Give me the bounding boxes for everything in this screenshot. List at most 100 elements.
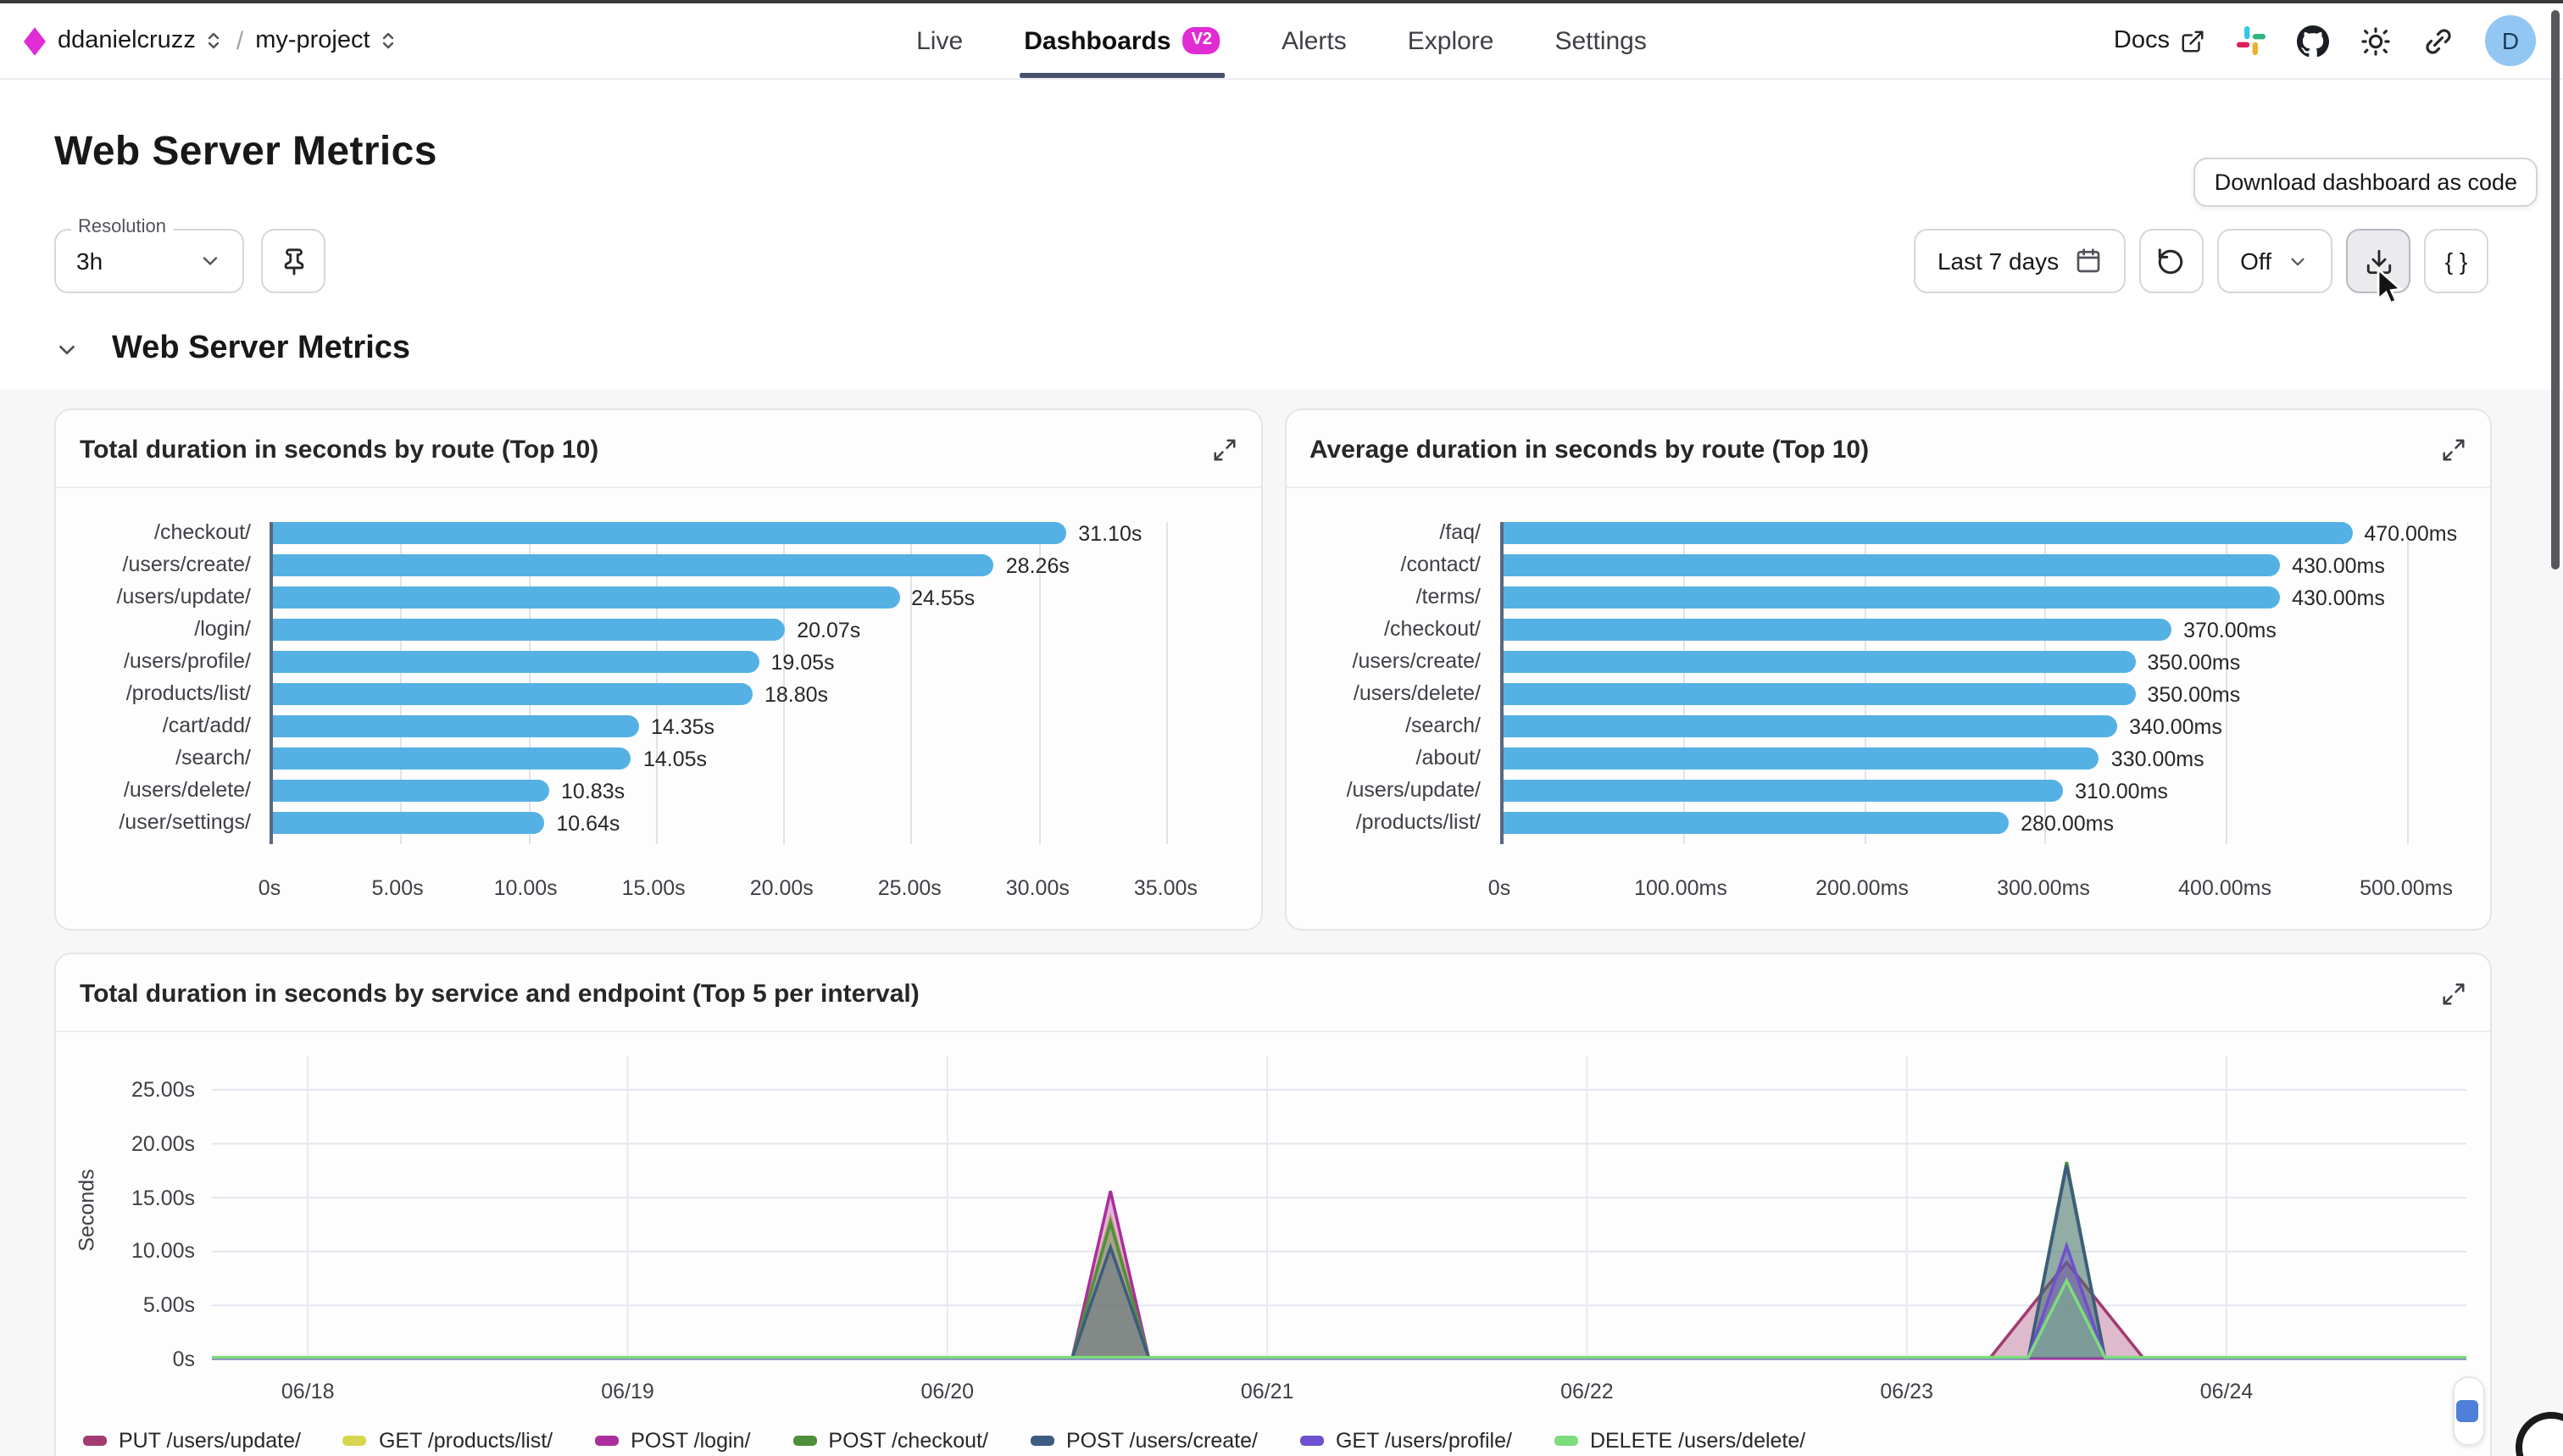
- bar-category-label: /login/: [76, 619, 251, 641]
- time-range-button[interactable]: Last 7 days: [1914, 229, 2125, 293]
- bar-value-label: 310.00ms: [2075, 779, 2168, 803]
- x-tick-label: 20.00s: [750, 876, 814, 900]
- legend-item[interactable]: PUT /users/update/: [83, 1429, 301, 1453]
- project-name: my-project: [255, 27, 370, 54]
- bar-category-label: /users/create/: [1306, 651, 1481, 673]
- section-header: Web Server Metrics: [0, 331, 2563, 390]
- x-tick-label: 25.00s: [878, 876, 942, 900]
- bar-category-label: /checkout/: [1306, 619, 1481, 641]
- bar-row: 430.00ms: [1503, 554, 2470, 576]
- legend-color-chip: [1300, 1437, 1324, 1446]
- panel-average-duration-by-route: Average duration in seconds by route (To…: [1284, 408, 2492, 931]
- x-tick-label: 06/21: [1241, 1380, 1294, 1403]
- bar-value-label: 430.00ms: [2292, 553, 2385, 577]
- x-tick-label: 0s: [259, 876, 281, 900]
- x-axis: 06/1806/1906/2006/2106/2206/2306/24: [212, 1378, 2466, 1412]
- expand-panel-icon[interactable]: [2441, 437, 2466, 463]
- panel-duration-by-service-endpoint: Total duration in seconds by service and…: [54, 953, 2492, 1456]
- x-tick-label: 06/20: [921, 1380, 975, 1403]
- bar-row: 24.55s: [273, 586, 1240, 609]
- legend-item[interactable]: GET /products/list/: [343, 1429, 553, 1453]
- org-name: ddanielcruzz: [58, 27, 196, 54]
- tab-live[interactable]: Live: [916, 3, 963, 78]
- share-link-icon[interactable]: [2422, 25, 2455, 57]
- bar-category-label: /search/: [1306, 715, 1481, 737]
- resolution-value: 3h: [76, 247, 103, 275]
- bar-row: 280.00ms: [1503, 812, 2470, 834]
- org-selector[interactable]: ddanielcruzz: [58, 27, 225, 54]
- resolution-select[interactable]: Resolution 3h: [54, 229, 244, 293]
- bar-value-label: 330.00ms: [2111, 747, 2204, 770]
- tab-alerts[interactable]: Alerts: [1282, 3, 1347, 78]
- user-avatar[interactable]: D: [2485, 15, 2536, 66]
- legend-item[interactable]: POST /users/create/: [1031, 1429, 1258, 1453]
- panel-title: Average duration in seconds by route (To…: [1309, 436, 1869, 464]
- pin-dashboard-button[interactable]: [261, 229, 325, 293]
- bar-row: 28.26s: [273, 554, 1240, 576]
- external-link-icon: [2180, 28, 2205, 53]
- legend-color-chip: [83, 1437, 107, 1446]
- legend-item[interactable]: GET /users/profile/: [1300, 1429, 1512, 1453]
- page-title: Web Server Metrics: [54, 129, 2563, 176]
- nav-right-actions: Docs D: [2114, 15, 2536, 66]
- floating-blue-handle[interactable]: [2456, 1400, 2478, 1422]
- bar-chart-total-duration: /checkout/ /users/create/ /users/update/ /l…: [56, 488, 1260, 929]
- series-line: [212, 1165, 2466, 1359]
- mouse-cursor: [2370, 268, 2407, 308]
- x-tick-label: 35.00s: [1134, 876, 1198, 900]
- bar-category-label: /search/: [76, 747, 251, 770]
- github-icon[interactable]: [2297, 25, 2329, 57]
- bar-chart: /checkout/ /users/create/ /users/update/ /l…: [76, 522, 1240, 844]
- bar-category-label: /users/delete/: [1306, 683, 1481, 705]
- dashboard-toolbar: Resolution 3h Last 7 days: [0, 229, 2563, 293]
- chevron-down-icon: [198, 249, 222, 273]
- docs-link[interactable]: Docs: [2114, 27, 2205, 54]
- legend-color-chip: [343, 1437, 367, 1446]
- bar-category-label: /checkout/: [76, 522, 251, 544]
- x-axis: 0s100.00ms200.00ms300.00ms400.00ms500.00…: [1499, 864, 2470, 909]
- x-tick-label: 400.00ms: [2178, 876, 2271, 900]
- bar-value-label: 18.80s: [764, 682, 828, 706]
- y-tick-label: 25.00s: [131, 1078, 195, 1102]
- bar: 310.00ms: [1503, 780, 2063, 802]
- bar-row: 20.07s: [273, 619, 1240, 641]
- bar-category-label: /users/update/: [1306, 780, 1481, 802]
- bar-value-label: 340.00ms: [2129, 714, 2222, 738]
- bar-value-label: 20.07s: [797, 618, 860, 642]
- auto-refresh-select[interactable]: Off: [2216, 229, 2332, 293]
- bar-row: 18.80s: [273, 683, 1240, 705]
- x-tick-label: 5.00s: [371, 876, 423, 900]
- panel-title: Total duration in seconds by service and…: [80, 980, 920, 1009]
- y-tick-label: 5.00s: [143, 1293, 195, 1317]
- expand-panel-icon[interactable]: [1211, 437, 1237, 463]
- legend-item[interactable]: POST /checkout/: [792, 1429, 988, 1453]
- tab-dashboards[interactable]: Dashboards V2: [1024, 3, 1220, 78]
- chevron-down-icon: [2287, 250, 2309, 272]
- theme-sun-icon[interactable]: [2360, 25, 2392, 57]
- bar-category-label: /users/create/: [76, 554, 251, 576]
- legend-item[interactable]: DELETE /users/delete/: [1554, 1429, 1805, 1453]
- refresh-button[interactable]: [2138, 229, 2203, 293]
- slack-icon[interactable]: [2236, 25, 2266, 56]
- x-tick-label: 0s: [1488, 876, 1510, 900]
- collapse-chevron-icon[interactable]: [54, 336, 80, 362]
- bar-row: 350.00ms: [1503, 683, 2470, 705]
- bar: 31.10s: [273, 522, 1066, 544]
- expand-panel-icon[interactable]: [2441, 981, 2466, 1007]
- dashboard-code-button[interactable]: { }: [2424, 229, 2488, 293]
- legend-label: GET /products/list/: [379, 1429, 553, 1453]
- tab-explore[interactable]: Explore: [1408, 3, 1494, 78]
- area-chart-duration-timeseries: Seconds0s5.00s10.00s15.00s20.00s25.00s06…: [56, 1032, 2490, 1412]
- y-tick-label: 10.00s: [131, 1240, 195, 1264]
- page-scrollbar-thumb[interactable]: [2551, 10, 2560, 570]
- bar-row: 310.00ms: [1503, 780, 2470, 802]
- bar-category-label: /users/update/: [76, 586, 251, 609]
- bar-row: 470.00ms: [1503, 522, 2470, 544]
- bar-category-labels: /faq//contact//terms//checkout//users/cr…: [1306, 522, 1499, 844]
- tab-settings[interactable]: Settings: [1554, 3, 1646, 78]
- project-selector[interactable]: my-project: [255, 27, 398, 54]
- legend-item[interactable]: POST /login/: [595, 1429, 750, 1453]
- y-tick-label: 20.00s: [131, 1131, 195, 1155]
- bar-category-label: /users/delete/: [76, 780, 251, 802]
- bar-row: 19.05s: [273, 651, 1240, 673]
